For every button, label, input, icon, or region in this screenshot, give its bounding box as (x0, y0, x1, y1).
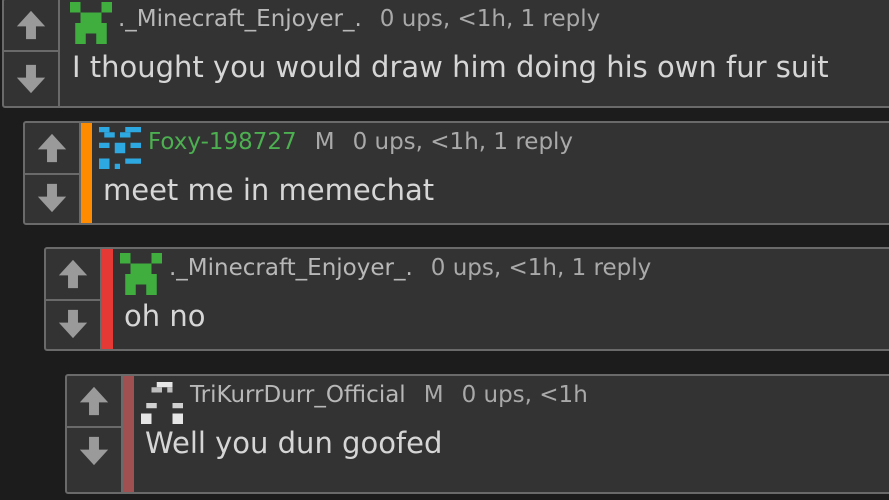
comment-header: ._Minecraft_Enjoyer_. 0 ups, <1h, 1 reply (169, 255, 651, 281)
thread-accent-bar (123, 376, 134, 492)
white-pixel-avatar-icon (141, 382, 183, 424)
arrow-down-icon (16, 64, 46, 94)
arrow-down-icon (58, 309, 88, 339)
arrow-down-icon (37, 183, 67, 213)
upvote-button[interactable] (4, 0, 58, 52)
user-flair: M (423, 382, 444, 408)
comment-header: TriKurrDurr_Official M 0 ups, <1h (190, 382, 588, 408)
username-link[interactable]: ._Minecraft_Enjoyer_. (118, 6, 362, 32)
comment-3: ._Minecraft_Enjoyer_. 0 ups, <1h, 1 reply… (44, 247, 889, 351)
vote-column (4, 0, 60, 106)
upvote-button[interactable] (25, 123, 79, 175)
vote-column (25, 123, 81, 223)
vote-column (46, 249, 102, 349)
comment-1: ._Minecraft_Enjoyer_. 0 ups, <1h, 1 reply… (2, 0, 889, 108)
arrow-up-icon (37, 133, 67, 163)
arrow-up-icon (79, 386, 109, 416)
upvote-button[interactable] (67, 376, 121, 428)
comment-text: oh no (124, 299, 206, 333)
user-flair: M (314, 129, 335, 155)
comment-meta: 0 ups, <1h (461, 382, 588, 408)
comment-meta: 0 ups, <1h, 1 reply (430, 255, 652, 281)
arrow-up-icon (16, 10, 46, 40)
creeper-avatar-icon (120, 253, 162, 295)
blue-pixel-avatar-icon (99, 127, 141, 169)
comment-2: Foxy-198727 M 0 ups, <1h, 1 reply meet me … (23, 121, 889, 225)
username-link[interactable]: ._Minecraft_Enjoyer_. (169, 255, 413, 281)
downvote-button[interactable] (4, 54, 58, 104)
comment-text: I thought you would draw him doing his o… (72, 50, 829, 84)
creeper-avatar-icon (70, 2, 112, 44)
comment-meta: 0 ups, <1h, 1 reply (379, 6, 601, 32)
downvote-button[interactable] (67, 426, 121, 476)
comment-4: TriKurrDurr_Official M 0 ups, <1h Well you… (65, 374, 889, 494)
vote-column (67, 376, 123, 492)
comment-text: Well you dun goofed (145, 426, 443, 460)
comment-text: meet me in memechat (103, 173, 435, 207)
comment-header: ._Minecraft_Enjoyer_. 0 ups, <1h, 1 reply (118, 6, 600, 32)
username-link[interactable]: Foxy-198727 (148, 129, 297, 155)
arrow-down-icon (79, 436, 109, 466)
downvote-button[interactable] (46, 299, 100, 349)
thread-accent-bar (81, 123, 92, 223)
arrow-up-icon (58, 259, 88, 289)
comment-meta: 0 ups, <1h, 1 reply (352, 129, 574, 155)
thread-accent-bar (102, 249, 113, 349)
username-link[interactable]: TriKurrDurr_Official (190, 382, 406, 408)
downvote-button[interactable] (25, 173, 79, 223)
upvote-button[interactable] (46, 249, 100, 301)
comment-header: Foxy-198727 M 0 ups, <1h, 1 reply (148, 129, 573, 155)
